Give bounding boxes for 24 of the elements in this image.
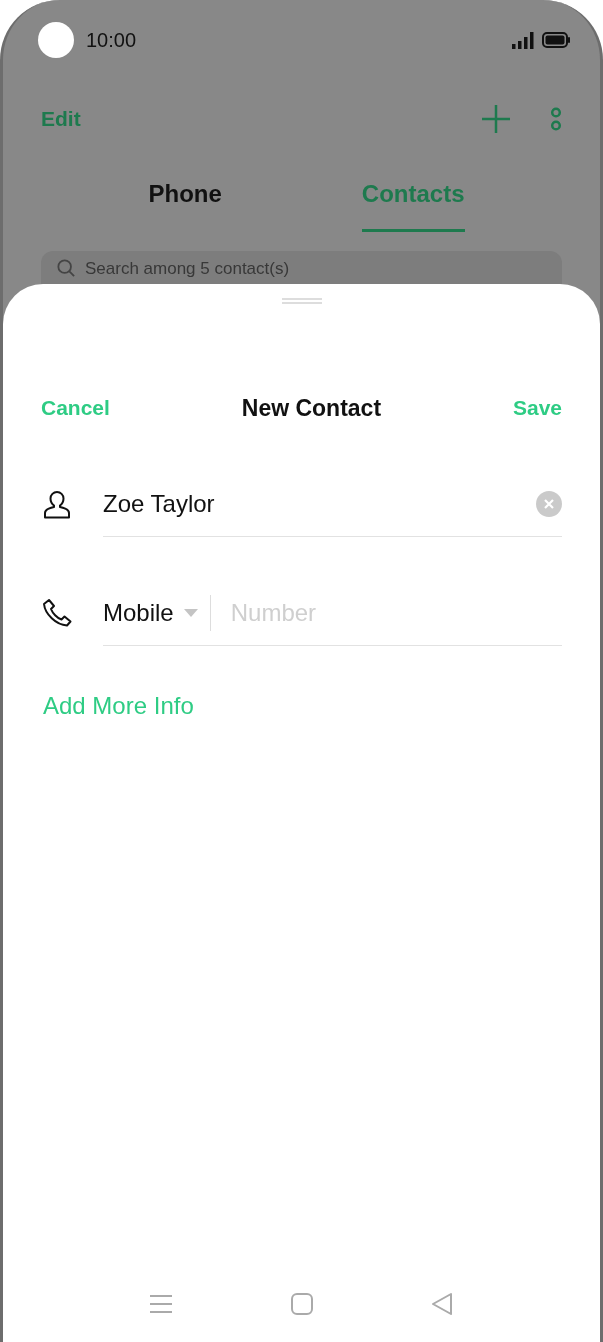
search-icon	[57, 259, 75, 277]
signal-icon	[512, 31, 534, 49]
edit-button[interactable]: Edit	[41, 107, 81, 131]
tab[interactable]: Phone	[148, 158, 222, 232]
sheet-title: New Contact	[241, 394, 382, 422]
add-more-info-link[interactable]: Add More Info	[43, 692, 194, 720]
drag-handle[interactable]	[281, 298, 322, 304]
name-field[interactable]: Zoe Taylor	[103, 490, 536, 518]
tab[interactable]: Contacts	[361, 158, 465, 232]
person-icon	[42, 489, 72, 520]
battery-icon	[542, 32, 570, 48]
cancel-button[interactable]: Cancel	[41, 396, 110, 420]
add-icon[interactable]	[482, 105, 510, 133]
home-icon[interactable]	[290, 1293, 313, 1315]
clear-icon[interactable]	[536, 491, 562, 517]
search-field[interactable]: Search among 5 contact(s)	[85, 259, 485, 279]
more-options-icon[interactable]	[550, 107, 562, 131]
phone-type-dropdown[interactable]: Mobile	[103, 595, 211, 631]
status-time: 10:00	[86, 28, 137, 52]
back-icon[interactable]	[431, 1292, 453, 1316]
menu-icon[interactable]	[150, 1295, 172, 1313]
caret-icon	[183, 609, 198, 617]
camera-cutout	[38, 22, 74, 58]
save-button[interactable]: Save	[512, 396, 562, 420]
